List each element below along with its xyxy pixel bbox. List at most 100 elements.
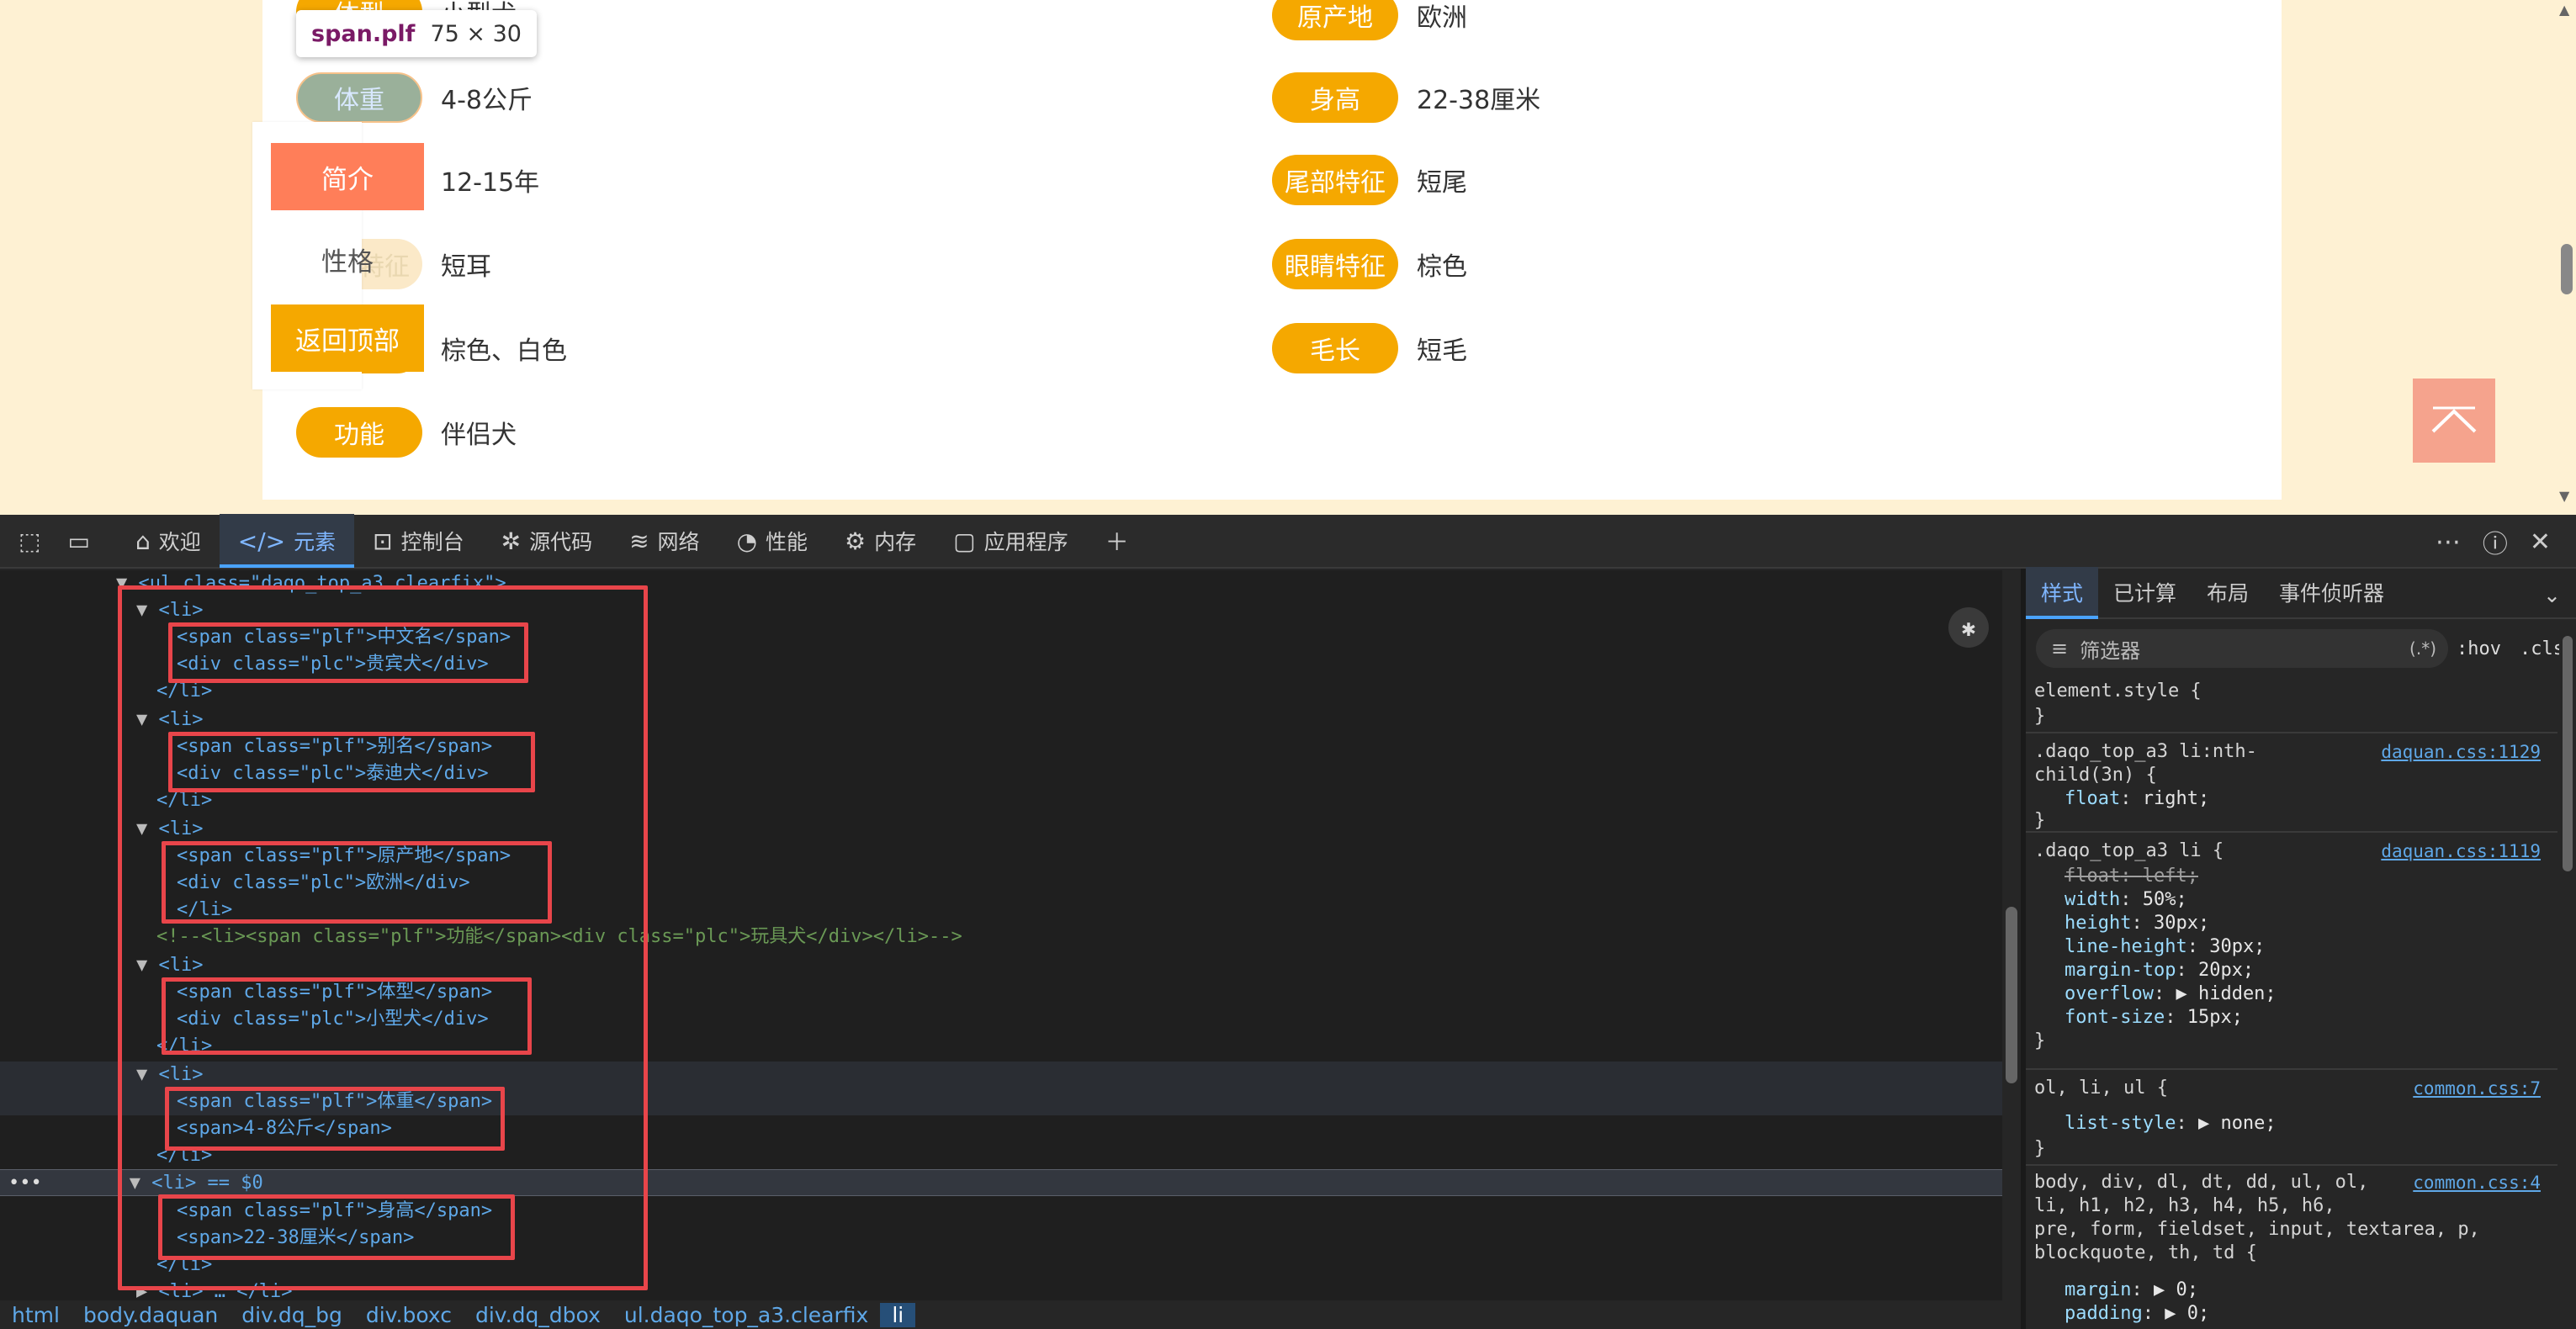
styles-tabs: 样式 已计算 布局 事件侦听器 ⌄	[2026, 567, 2576, 619]
regex-icon[interactable]: (.*)	[2409, 638, 2436, 659]
info-row: 身高 22-38厘米	[1272, 71, 1540, 124]
info-label: 眼睛特征	[1272, 239, 1398, 289]
tab-label: 应用程序	[983, 530, 1068, 554]
tab-memory[interactable]: ⚙ 内存	[826, 514, 935, 568]
device-icon: ▭	[67, 527, 90, 555]
dom-tree-scrollbar[interactable]	[2002, 570, 2021, 1302]
styles-scrollbar-thumb[interactable]	[2563, 636, 2573, 871]
dom-tree: ▼ <ul class="daqo_top_a3 clearfix"> ▼ <l…	[0, 570, 2002, 1302]
css-source-link[interactable]: common.css:4	[2413, 1173, 2541, 1193]
tab-elements[interactable]: </> 元素	[219, 514, 355, 568]
breadcrumb-item[interactable]: div.dq_dbox	[464, 1303, 612, 1327]
info-row: 原产地 欧洲	[1272, 0, 1467, 42]
devtools-panel: ⬚ ▭ ⌂ 欢迎 </> 元素 ⊡ 控制台 ✲ 源代码 ≋ 网络 ◔ 性能 ⚙ 内存 ▢ 应用程…	[0, 514, 2576, 1329]
filter-placeholder: 筛选器	[2080, 638, 2141, 663]
chip-icon: ⚙	[845, 527, 867, 555]
annotation-box	[168, 732, 535, 792]
tab-network[interactable]: ≋ 网络	[611, 514, 718, 568]
page-scrollbar-thumb[interactable]	[2561, 244, 2573, 294]
css-rule: element.style { }	[2026, 675, 2557, 733]
info-value: 短毛	[1417, 336, 1467, 366]
tab-label: 欢迎	[158, 530, 201, 554]
css-source-link[interactable]: daquan.css:1129	[2381, 742, 2541, 762]
app-icon: ▢	[953, 527, 976, 555]
page-scrollbar[interactable]: ▲ ▼	[2556, 0, 2576, 515]
accessibility-icon[interactable]: ✱	[1948, 607, 1989, 648]
breadcrumb: html body.daquan div.dq_bg div.boxc div.…	[0, 1300, 2021, 1329]
tab-welcome[interactable]: ⌂ 欢迎	[117, 514, 220, 568]
css-rule: ol, li, ul { common.css:7 list-style: ▶ …	[2026, 1072, 2557, 1166]
gauge-icon: ◔	[736, 527, 757, 555]
scroll-down-arrow-icon[interactable]: ▼	[2559, 488, 2569, 504]
device-toolbar-button[interactable]: ▭	[67, 514, 116, 568]
side-nav-character-button[interactable]: 性格	[271, 225, 424, 293]
more-dots-icon[interactable]: •••	[8, 1173, 42, 1194]
breadcrumb-item-active[interactable]: li	[880, 1302, 916, 1327]
tab-styles[interactable]: 样式	[2026, 567, 2099, 619]
info-row: 体重 4-8公斤	[296, 71, 533, 124]
info-row: 毛长 短毛	[1272, 321, 1467, 375]
info-row: 功能 伴侣犬	[296, 405, 517, 459]
tooltip-selector: span.plf	[311, 20, 416, 47]
tab-console[interactable]: ⊡ 控制台	[354, 514, 482, 568]
breadcrumb-item[interactable]: ul.daqo_top_a3.clearfix	[612, 1303, 880, 1327]
info-value: 伴侣犬	[441, 421, 517, 450]
devtools-toolbar: ⬚ ▭ ⌂ 欢迎 </> 元素 ⊡ 控制台 ✲ 源代码 ≋ 网络 ◔ 性能 ⚙ 内存 ▢ 应用程…	[0, 514, 2576, 569]
info-label: 原产地	[1272, 0, 1398, 40]
breadcrumb-item[interactable]: body.daquan	[72, 1303, 230, 1327]
annotation-box	[158, 1194, 515, 1260]
chevron-down-icon[interactable]: ⌄	[2528, 583, 2576, 617]
info-label: 尾部特征	[1272, 155, 1398, 205]
styles-pane: 样式 已计算 布局 事件侦听器 ⌄ ≡ 筛选器 (.*) :hov .cls ＋…	[2026, 567, 2576, 1329]
tab-label: 性能	[766, 530, 808, 554]
help-icon[interactable]: ⓘ	[2483, 523, 2508, 560]
breadcrumb-item[interactable]: div.dq_bg	[230, 1303, 354, 1327]
annotation-box	[162, 841, 552, 924]
info-value: 4-8公斤	[441, 86, 533, 115]
cursor-select-icon: ⬚	[19, 527, 41, 555]
tab-layout[interactable]: 布局	[2192, 577, 2264, 617]
wifi-icon: ≋	[629, 527, 649, 555]
tab-performance[interactable]: ◔ 性能	[718, 514, 826, 568]
hov-toggle[interactable]: :hov	[2457, 638, 2501, 659]
close-icon[interactable]: ✕	[2530, 527, 2551, 557]
webpage-viewport: span.plf 75 × 30 体型 小型犬 体重 4-8公斤 寿命 12-1…	[0, 0, 2576, 515]
info-label-highlighted: 体重	[296, 72, 422, 123]
inspector-tooltip: span.plf 75 × 30	[296, 10, 537, 57]
annotation-box	[162, 977, 532, 1055]
tab-label: 网络	[657, 530, 700, 554]
styles-filter-tools: :hov .cls ＋ ▯ ◧	[2457, 629, 2576, 668]
inspect-element-button[interactable]: ⬚	[0, 514, 67, 568]
tab-application[interactable]: ▢ 应用程序	[935, 514, 1086, 568]
tab-computed[interactable]: 已计算	[2098, 577, 2192, 617]
code-icon: </>	[237, 527, 286, 555]
console-icon: ⊡	[373, 527, 393, 555]
side-nav-intro-button[interactable]: 简介	[271, 143, 424, 210]
scroll-up-arrow-icon[interactable]: ▲	[2559, 2, 2569, 18]
info-row: 尾部特征 短尾	[1272, 153, 1467, 207]
css-rule: .daqo_top_a3 li { daquan.css:1119 float:…	[2026, 834, 2557, 1070]
info-row: 眼睛特征 棕色	[1272, 237, 1467, 291]
cls-toggle[interactable]: .cls	[2520, 638, 2564, 659]
chevron-up-icon	[2431, 406, 2477, 433]
tab-sources[interactable]: ✲ 源代码	[483, 514, 611, 568]
info-value: 12-15年	[441, 168, 540, 198]
side-nav-back-to-top-button[interactable]: 返回顶部	[271, 304, 424, 372]
css-rule: .daqo_top_a3 li:nth- child(3n) { daquan.…	[2026, 735, 2557, 833]
toolbar-right-icons: ⋯ ⓘ ✕	[2436, 515, 2551, 569]
styles-scrollbar[interactable]	[2559, 619, 2576, 1329]
css-source-link[interactable]: common.css:7	[2413, 1078, 2541, 1099]
scroll-to-top-button[interactable]	[2413, 379, 2495, 463]
styles-filter-input[interactable]: ≡ 筛选器 (.*)	[2036, 629, 2448, 668]
more-options-icon[interactable]: ⋯	[2436, 527, 2461, 557]
add-tab-button[interactable]: ＋	[1087, 514, 1156, 568]
breadcrumb-item[interactable]: div.boxc	[354, 1303, 464, 1327]
info-label: 毛长	[1272, 323, 1398, 373]
css-rule: body, div, dl, dt, dd, ul, ol, li, h1, h…	[2034, 1172, 2541, 1324]
tab-event-listeners[interactable]: 事件侦听器	[2264, 577, 2399, 617]
dom-scrollbar-thumb[interactable]	[2006, 907, 2017, 1083]
breadcrumb-item[interactable]: html	[0, 1303, 72, 1327]
bug-icon: ✲	[501, 527, 522, 555]
tab-label: 元素	[294, 530, 337, 554]
css-source-link[interactable]: daquan.css:1119	[2381, 841, 2541, 861]
